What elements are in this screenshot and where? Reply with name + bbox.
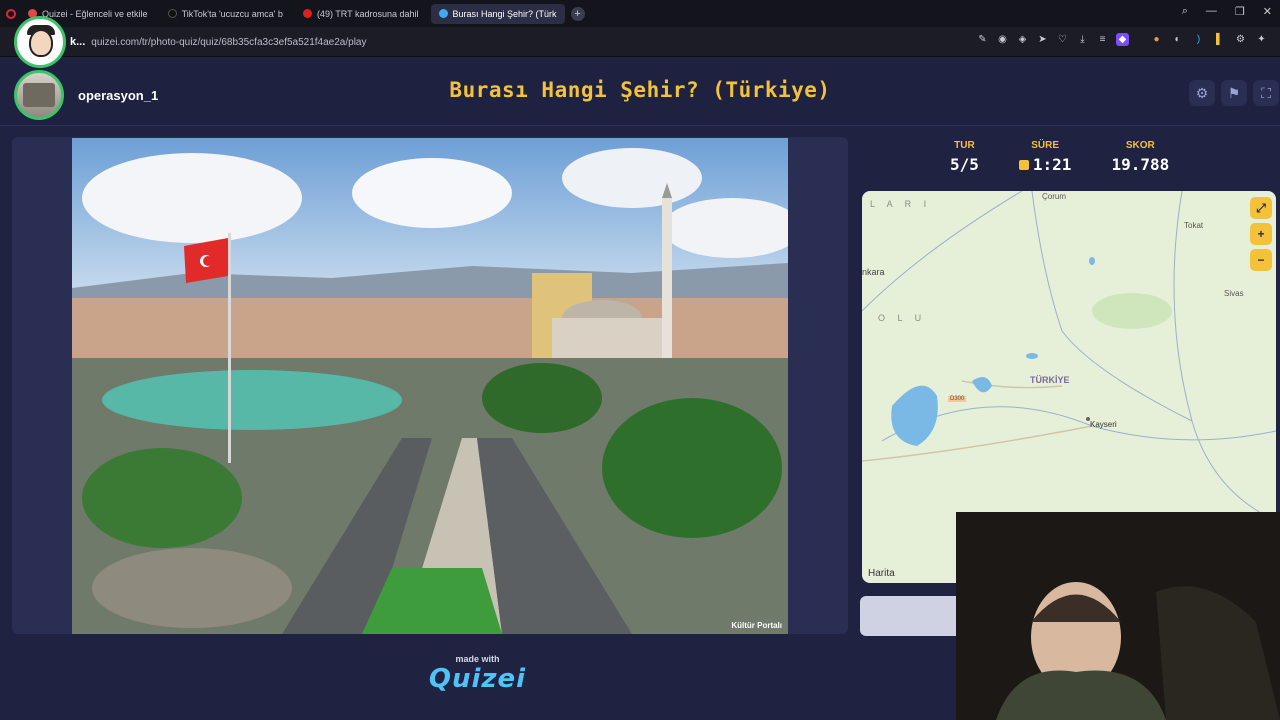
map-zoom-in-button[interactable]: + (1250, 223, 1272, 245)
guess-button[interactable] (860, 596, 960, 636)
map-label-country: TÜRKİYE (1030, 375, 1070, 385)
zoom-out-icon: − (1257, 253, 1265, 267)
download-icon[interactable]: ⤓ (1076, 33, 1089, 46)
webcam-overlay (956, 512, 1280, 720)
map-zoom-out-button[interactable]: − (1250, 249, 1272, 271)
gear-icon: ⚙ (1195, 84, 1209, 101)
ext-white-icon[interactable]: ◐ (1171, 33, 1184, 46)
shield-icon[interactable]: ◈ (1016, 33, 1029, 46)
city-photo-illustration (72, 138, 788, 634)
map-road-label: D300 (948, 396, 967, 402)
timer-icon (1018, 159, 1029, 170)
round-stat: TUR 5/5 (950, 140, 979, 174)
url-prefix: k... (70, 36, 86, 48)
tab-active-quiz[interactable]: Burası Hangi Şehir? (Türk (430, 3, 565, 24)
close-icon[interactable]: ✕ (1263, 5, 1272, 18)
heart-icon[interactable]: ♡ (1056, 33, 1069, 46)
ext-wifi-icon[interactable]: ) (1192, 33, 1205, 46)
tab-youtube[interactable]: (49) TRT kadrosuna dahil (295, 4, 427, 24)
url-text: quizei.com/tr/photo-quiz/quiz/68b35cfa3c… (91, 36, 367, 48)
edit-icon[interactable]: ✎ (976, 33, 989, 46)
zoom-in-icon: + (1257, 227, 1265, 241)
map-label-ankara: nkara (862, 267, 885, 277)
ext-puzzle-icon[interactable]: ✦ (1255, 33, 1268, 46)
map-credit: Harita (868, 568, 895, 579)
ext-flag-icon[interactable]: ▌ (1213, 33, 1226, 46)
browser-profile-avatar[interactable] (14, 16, 66, 68)
flag-icon: ⚑ (1227, 84, 1241, 101)
map-region-label-2: O L U (878, 313, 927, 323)
expand-icon: ⤢ (1256, 200, 1266, 215)
fullscreen-button[interactable]: ⛶ (1253, 80, 1279, 106)
ext-orange-icon[interactable]: ● (1150, 33, 1163, 46)
streamer-illustration (956, 512, 1280, 720)
map-expand-button[interactable]: ⤢ (1250, 197, 1272, 219)
send-icon[interactable]: ➤ (1036, 33, 1049, 46)
map-label-corum: Çorum (1042, 192, 1067, 201)
settings-button[interactable]: ⚙ (1189, 80, 1215, 106)
app-header: operasyon_1 Burası Hangi Şehir? (Türkiye… (0, 58, 1280, 126)
toolbar-icons: ✎ ◉ ◈ ➤ ♡ ⤓ ≡ ◆ (976, 33, 1129, 46)
fullscreen-icon: ⛶ (1261, 84, 1271, 101)
new-tab-button[interactable]: + (570, 6, 585, 21)
photo-panel: Kültür Portalı (12, 137, 848, 634)
ext-gear-icon[interactable]: ⚙ (1234, 33, 1247, 46)
minimize-icon[interactable]: — (1206, 5, 1217, 18)
report-button[interactable]: ⚑ (1221, 80, 1247, 106)
tab-tiktok[interactable]: TikTok'ta 'ucuzcu amca' b (160, 4, 291, 24)
map-label-tokat: Tokat (1184, 221, 1204, 230)
camera-icon[interactable]: ◉ (996, 33, 1009, 46)
address-bar: k... quizei.com/tr/photo-quiz/quiz/68b35… (0, 27, 1280, 57)
quiz-photo: Kültür Portalı (72, 138, 788, 634)
browser-tab-bar: Quizei - Eğlenceli ve etkile TikTok'ta '… (0, 0, 1280, 27)
quizei-logo[interactable]: Quizei (0, 664, 955, 694)
window-controls: ⌕ — ❐ ✕ (1182, 5, 1272, 18)
sidebar-icons: ● ◐ ) ▌ ⚙ ✦ (1150, 33, 1268, 46)
map-label-sivas: Sivas (1224, 289, 1244, 298)
score-stat: SKOR 19.788 (1111, 140, 1170, 174)
quiz-stats: TUR 5/5 SÜRE 1:21 SKOR 19.788 (950, 140, 1169, 174)
map-label-kayseri: Kayseri (1090, 420, 1117, 429)
made-with-label: made with (455, 654, 500, 664)
page-title: Burası Hangi Şehir? (Türkiye) (449, 78, 831, 102)
photo-watermark: Kültür Portalı (731, 621, 782, 630)
maximize-icon[interactable]: ❐ (1235, 5, 1245, 18)
opera-logo[interactable] (6, 8, 16, 19)
time-stat: SÜRE 1:21 (1018, 140, 1071, 174)
map-region-label-1: L A R I (870, 199, 932, 209)
footer: made with Quizei (0, 654, 955, 694)
search-tabs-icon[interactable]: ⌕ (1182, 5, 1188, 18)
menu-icon[interactable]: ≡ (1096, 33, 1109, 46)
extension-icon[interactable]: ◆ (1116, 33, 1129, 46)
